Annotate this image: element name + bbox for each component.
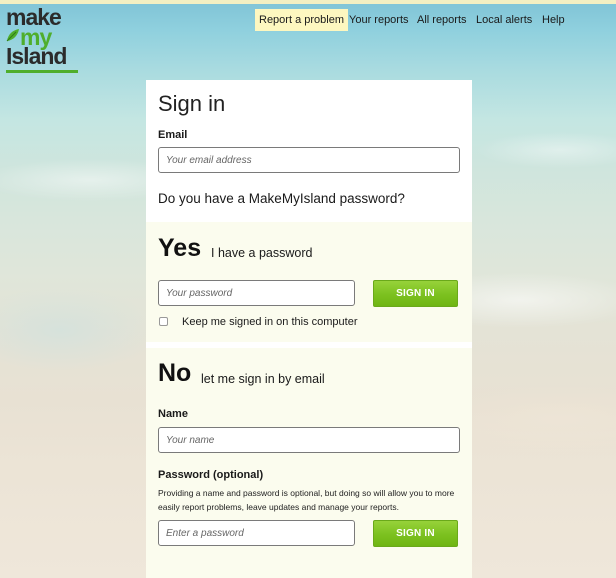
signin-card: Sign in Email Do you have a MakeMyIsland… — [146, 80, 472, 578]
nav-local-alerts[interactable]: Local alerts — [472, 9, 536, 31]
keep-signed-in-label[interactable]: Keep me signed in on this computer — [182, 316, 358, 328]
password-help-text: Providing a name and password is optiona… — [158, 488, 455, 512]
yes-subheading: I have a password — [211, 246, 313, 260]
yes-heading: Yes — [158, 234, 202, 262]
logo-underline — [6, 70, 78, 73]
leaf-icon — [6, 29, 19, 42]
nav-help[interactable]: Help — [538, 9, 569, 31]
nav-report-a-problem[interactable]: Report a problem — [255, 9, 348, 31]
sign-in-button[interactable]: SIGN IN — [373, 280, 458, 307]
page-title: Sign in — [158, 91, 226, 116]
nav-all-reports[interactable]: All reports — [413, 9, 471, 31]
optional-password-label: Password (optional) — [158, 469, 264, 481]
site-logo[interactable]: make my Island — [6, 6, 78, 73]
top-strip — [0, 0, 616, 4]
keep-signed-in-checkbox[interactable] — [159, 317, 168, 326]
email-field[interactable] — [158, 147, 460, 173]
password-field[interactable] — [158, 280, 355, 306]
no-subheading: let me sign in by email — [201, 372, 325, 386]
no-heading: No — [158, 359, 192, 387]
logo-text-island: Island — [6, 43, 67, 69]
new-password-field[interactable] — [158, 520, 355, 546]
email-label: Email — [158, 129, 188, 141]
nav-your-reports[interactable]: Your reports — [345, 9, 413, 31]
password-question: Do you have a MakeMyIsland password? — [158, 191, 405, 206]
name-field[interactable] — [158, 427, 460, 453]
email-sign-in-button[interactable]: SIGN IN — [373, 520, 458, 547]
name-label: Name — [158, 408, 188, 420]
